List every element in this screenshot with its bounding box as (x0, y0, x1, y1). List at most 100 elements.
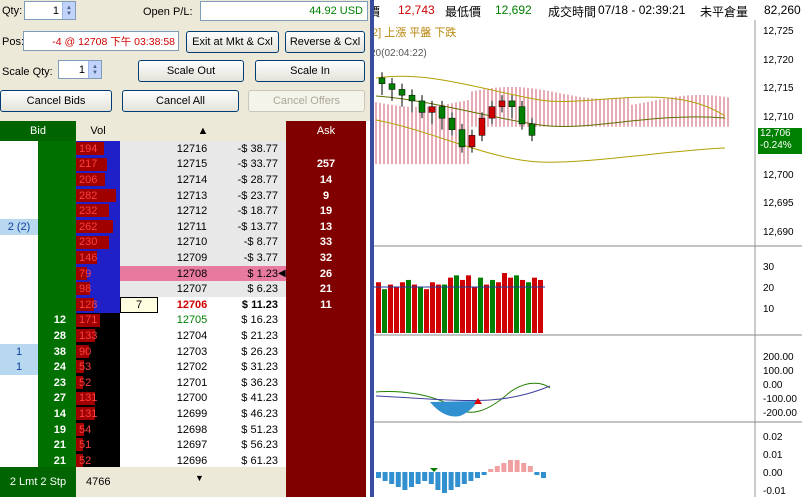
order-cell[interactable] (0, 250, 38, 266)
candle (488, 106, 496, 119)
ask-cell[interactable]: 11 (286, 297, 366, 313)
vol-value: 79 (79, 267, 92, 280)
ladder-row[interactable]: 27 131 12700 $ 41.23 (0, 390, 370, 407)
bid-cell[interactable] (38, 219, 76, 235)
ask-cell[interactable]: 9 (286, 187, 366, 204)
ask-cell[interactable]: 257 (286, 156, 366, 173)
bid-cell[interactable] (38, 156, 76, 173)
reverse-button[interactable]: Reverse & Cxl (285, 31, 365, 53)
scale-out-button[interactable]: Scale Out (138, 60, 244, 82)
order-cell[interactable] (0, 281, 38, 297)
ladder-row[interactable]: 28 133 12704 $ 21.23 (0, 328, 370, 344)
bid-cell[interactable] (38, 265, 76, 282)
bid-cell[interactable] (38, 187, 76, 204)
bid-cell[interactable] (38, 250, 76, 266)
bid-cell[interactable]: 24 (38, 359, 76, 375)
ask-cell[interactable]: 33 (286, 234, 366, 251)
ask-cell[interactable] (286, 390, 366, 407)
ladder-row[interactable]: 1 24 53 12702 $ 31.23 (0, 359, 370, 375)
ladder-row[interactable]: 206 12714 -$ 28.77 14 (0, 172, 370, 188)
ask-cell[interactable] (286, 421, 366, 438)
volume-bar (496, 282, 501, 333)
bid-cell[interactable] (38, 141, 76, 157)
vol-cell: 128 (76, 297, 120, 313)
ask-cell[interactable] (286, 406, 366, 422)
ladder-row[interactable]: 232 12712 -$ 18.77 19 (0, 203, 370, 219)
ask-cell[interactable] (286, 343, 366, 360)
ask-cell[interactable] (286, 141, 366, 157)
ladder-row[interactable]: 23 52 12701 $ 36.23 (0, 375, 370, 391)
order-cell[interactable] (0, 203, 38, 219)
ladder-row[interactable]: 12 171 12705 $ 16.23 (0, 312, 370, 329)
spin-arrows-icon[interactable]: ▲ ▼ (62, 2, 75, 19)
price-chart[interactable] (370, 0, 802, 497)
order-cell[interactable] (0, 157, 38, 173)
ladder-row[interactable]: 1 38 90 12703 $ 26.23 (0, 343, 370, 360)
exit-at-market-button[interactable]: Exit at Mkt & Cxl (186, 31, 279, 53)
ask-cell[interactable]: 21 (286, 281, 366, 297)
bid-cell[interactable]: 19 (38, 421, 76, 438)
order-cell[interactable]: 1 (0, 343, 38, 360)
ladder-row[interactable]: 2 (2) 262 12711 -$ 13.77 13 (0, 219, 370, 235)
ladder-row[interactable]: 98 12707 $ 6.23 21 (0, 281, 370, 297)
vol-value: 51 (79, 439, 92, 452)
ask-cell[interactable]: 14 (286, 172, 366, 188)
order-cell[interactable] (0, 375, 38, 391)
ladder-row[interactable]: 128 7 12706 $ 11.23 11 (0, 297, 370, 313)
order-cell[interactable] (0, 235, 38, 251)
order-cell[interactable] (0, 172, 38, 188)
order-cell[interactable] (0, 266, 38, 282)
cancel-bids-button[interactable]: Cancel Bids (0, 90, 112, 112)
scale-qty-stepper[interactable]: 1 ▲ ▼ (58, 60, 102, 79)
ladder-row[interactable]: 217 12715 -$ 33.77 257 (0, 156, 370, 173)
bid-cell[interactable]: 14 (38, 406, 76, 422)
bid-cell[interactable]: 27 (38, 390, 76, 407)
order-cell[interactable] (0, 313, 38, 329)
order-cell[interactable] (0, 297, 38, 313)
ask-cell[interactable]: 19 (286, 203, 366, 219)
bid-cell[interactable]: 12 (38, 312, 76, 329)
order-cell[interactable] (0, 437, 38, 453)
ask-cell[interactable] (286, 328, 366, 344)
ask-cell[interactable] (286, 375, 366, 391)
ladder-row[interactable]: 21 51 12697 $ 56.23 (0, 437, 370, 453)
bid-cell[interactable] (38, 203, 76, 219)
scale-in-button[interactable]: Scale In (255, 60, 365, 82)
ladder-row[interactable]: 194 12716 -$ 38.77 (0, 141, 370, 157)
bid-cell[interactable]: 28 (38, 328, 76, 344)
ask-cell[interactable] (286, 359, 366, 375)
ladder-row[interactable]: 146 12709 -$ 3.77 32 (0, 250, 370, 266)
spin-arrows-icon[interactable]: ▲ ▼ (88, 61, 101, 78)
bid-cell[interactable]: 23 (38, 375, 76, 391)
bid-cell[interactable]: 21 (38, 437, 76, 453)
order-cell[interactable] (0, 406, 38, 422)
qty-stepper[interactable]: 1 ▲ ▼ (24, 1, 76, 20)
order-cell[interactable] (0, 391, 38, 407)
ask-cell[interactable] (286, 312, 366, 329)
cancel-all-button[interactable]: Cancel All (122, 90, 239, 112)
ask-cell[interactable] (286, 437, 366, 453)
ask-cell[interactable]: 26 (286, 265, 366, 282)
bid-cell[interactable]: 38 (38, 343, 76, 360)
order-cell[interactable] (0, 141, 38, 157)
order-cell[interactable] (0, 422, 38, 438)
ladder-row[interactable]: 14 131 12699 $ 46.23 (0, 406, 370, 422)
order-cell[interactable]: 2 (2) (0, 219, 38, 235)
ladder-row[interactable]: 79 12708 $ 1.23 ◀ 26 (0, 265, 370, 282)
pl-value: $ 11.23 (241, 298, 278, 311)
order-cell[interactable]: 1 (0, 359, 38, 375)
bid-cell[interactable] (38, 172, 76, 188)
order-cell[interactable] (0, 328, 38, 344)
ask-cell[interactable]: 13 (286, 219, 366, 235)
ladder-row[interactable]: 230 12710 -$ 8.77 33 (0, 234, 370, 251)
order-cell[interactable] (0, 188, 38, 204)
bid-cell[interactable] (38, 234, 76, 251)
ladder-row[interactable]: 19 54 12698 $ 51.23 (0, 421, 370, 438)
bid-cell[interactable] (38, 297, 76, 313)
scroll-down-icon[interactable]: ▼ (195, 473, 204, 483)
ladder-row[interactable]: 282 12713 -$ 23.77 9 (0, 187, 370, 204)
scroll-up-icon[interactable]: ▲ (120, 121, 286, 141)
bid-cell[interactable] (38, 281, 76, 297)
ask-cell[interactable]: 32 (286, 250, 366, 266)
panel-splitter[interactable] (370, 0, 374, 497)
